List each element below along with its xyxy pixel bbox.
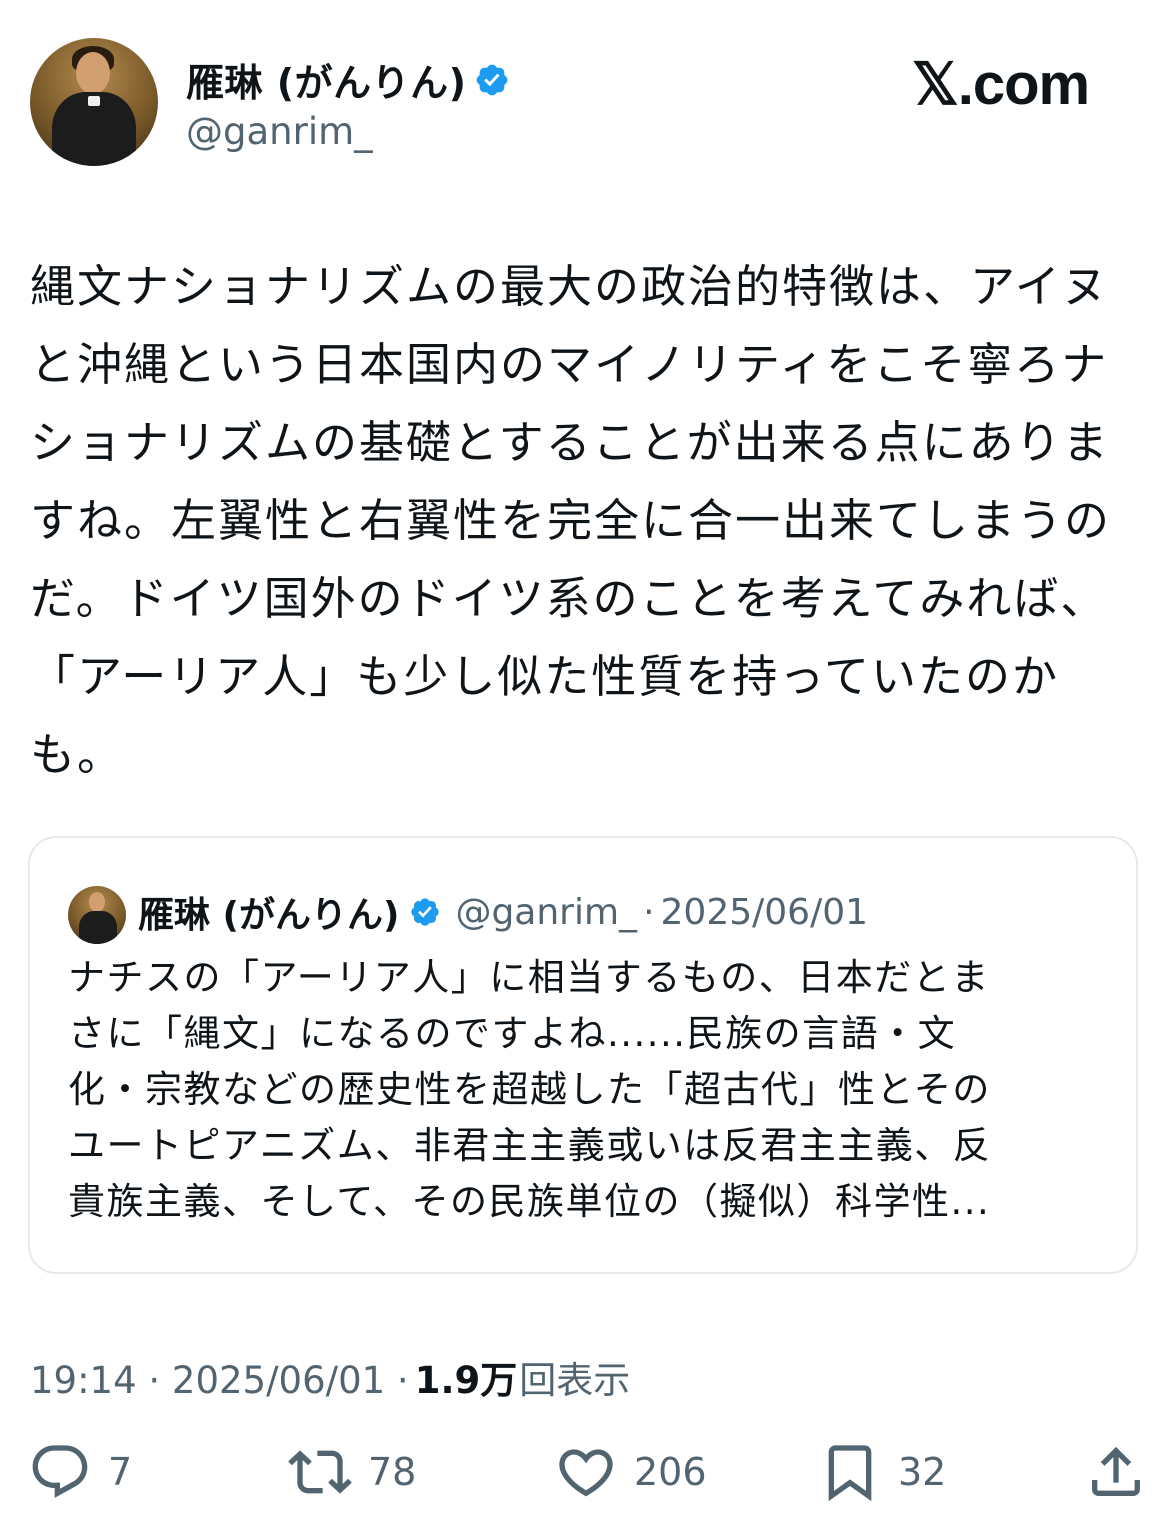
view-count-label: 回表示 — [519, 1359, 631, 1402]
author-name[interactable]: 雁琳 (がんりん) — [186, 52, 466, 107]
repost-button[interactable]: 78 — [288, 1440, 416, 1504]
action-bar: 7 78 206 32 — [0, 1440, 1170, 1520]
quote-separator: · — [643, 891, 655, 933]
like-count: 206 — [634, 1450, 707, 1494]
bookmark-button[interactable]: 32 — [818, 1440, 946, 1504]
view-count: 1.9万 — [414, 1359, 518, 1402]
post-text: 縄文ナショナリズムの最大の政治的特徴は、アイヌ と沖縄という日本国内のマイノリテ… — [30, 260, 1112, 781]
reply-button[interactable]: 7 — [28, 1440, 132, 1504]
reply-icon — [32, 1445, 88, 1498]
heart-icon — [559, 1449, 613, 1497]
author-avatar[interactable] — [30, 38, 158, 166]
quote-text: ナチスの「アーリア人」に相当するもの、日本だとま さに「縄文」になるのですよね.… — [68, 956, 992, 1223]
repost-icon — [288, 1450, 352, 1494]
bookmark-icon — [828, 1445, 872, 1502]
share-icon — [1092, 1446, 1140, 1496]
quote-header: 雁琳 (がんりん) @ganrim_ · 2025/06/01 — [138, 886, 868, 938]
post-meta: 19:14 · 2025/06/01 · 1.9万 回表示 — [30, 1350, 630, 1404]
author-handle[interactable]: @ganrim_ — [186, 110, 373, 153]
reply-count: 7 — [108, 1450, 133, 1494]
verified-badge-icon — [411, 898, 440, 926]
bookmark-count: 32 — [898, 1450, 947, 1494]
like-button[interactable]: 206 — [554, 1440, 707, 1504]
author-name-row[interactable]: 雁琳 (がんりん) — [186, 52, 510, 107]
x-brand-logo: 𝕏.com — [912, 52, 1090, 117]
quote-author-handle: @ganrim_ — [455, 891, 638, 933]
quote-date: 2025/06/01 — [660, 891, 869, 933]
quote-author-avatar — [68, 886, 126, 944]
quote-author-name: 雁琳 (がんりん) — [138, 895, 400, 936]
quoted-post[interactable]: 雁琳 (がんりん) @ganrim_ · 2025/06/01 ナチスの「アーリ… — [28, 836, 1138, 1274]
verified-badge-icon — [477, 64, 508, 95]
repost-count: 78 — [368, 1450, 417, 1494]
post-timestamp[interactable]: 19:14 · 2025/06/01 · — [30, 1359, 409, 1402]
share-button[interactable] — [1084, 1440, 1148, 1504]
